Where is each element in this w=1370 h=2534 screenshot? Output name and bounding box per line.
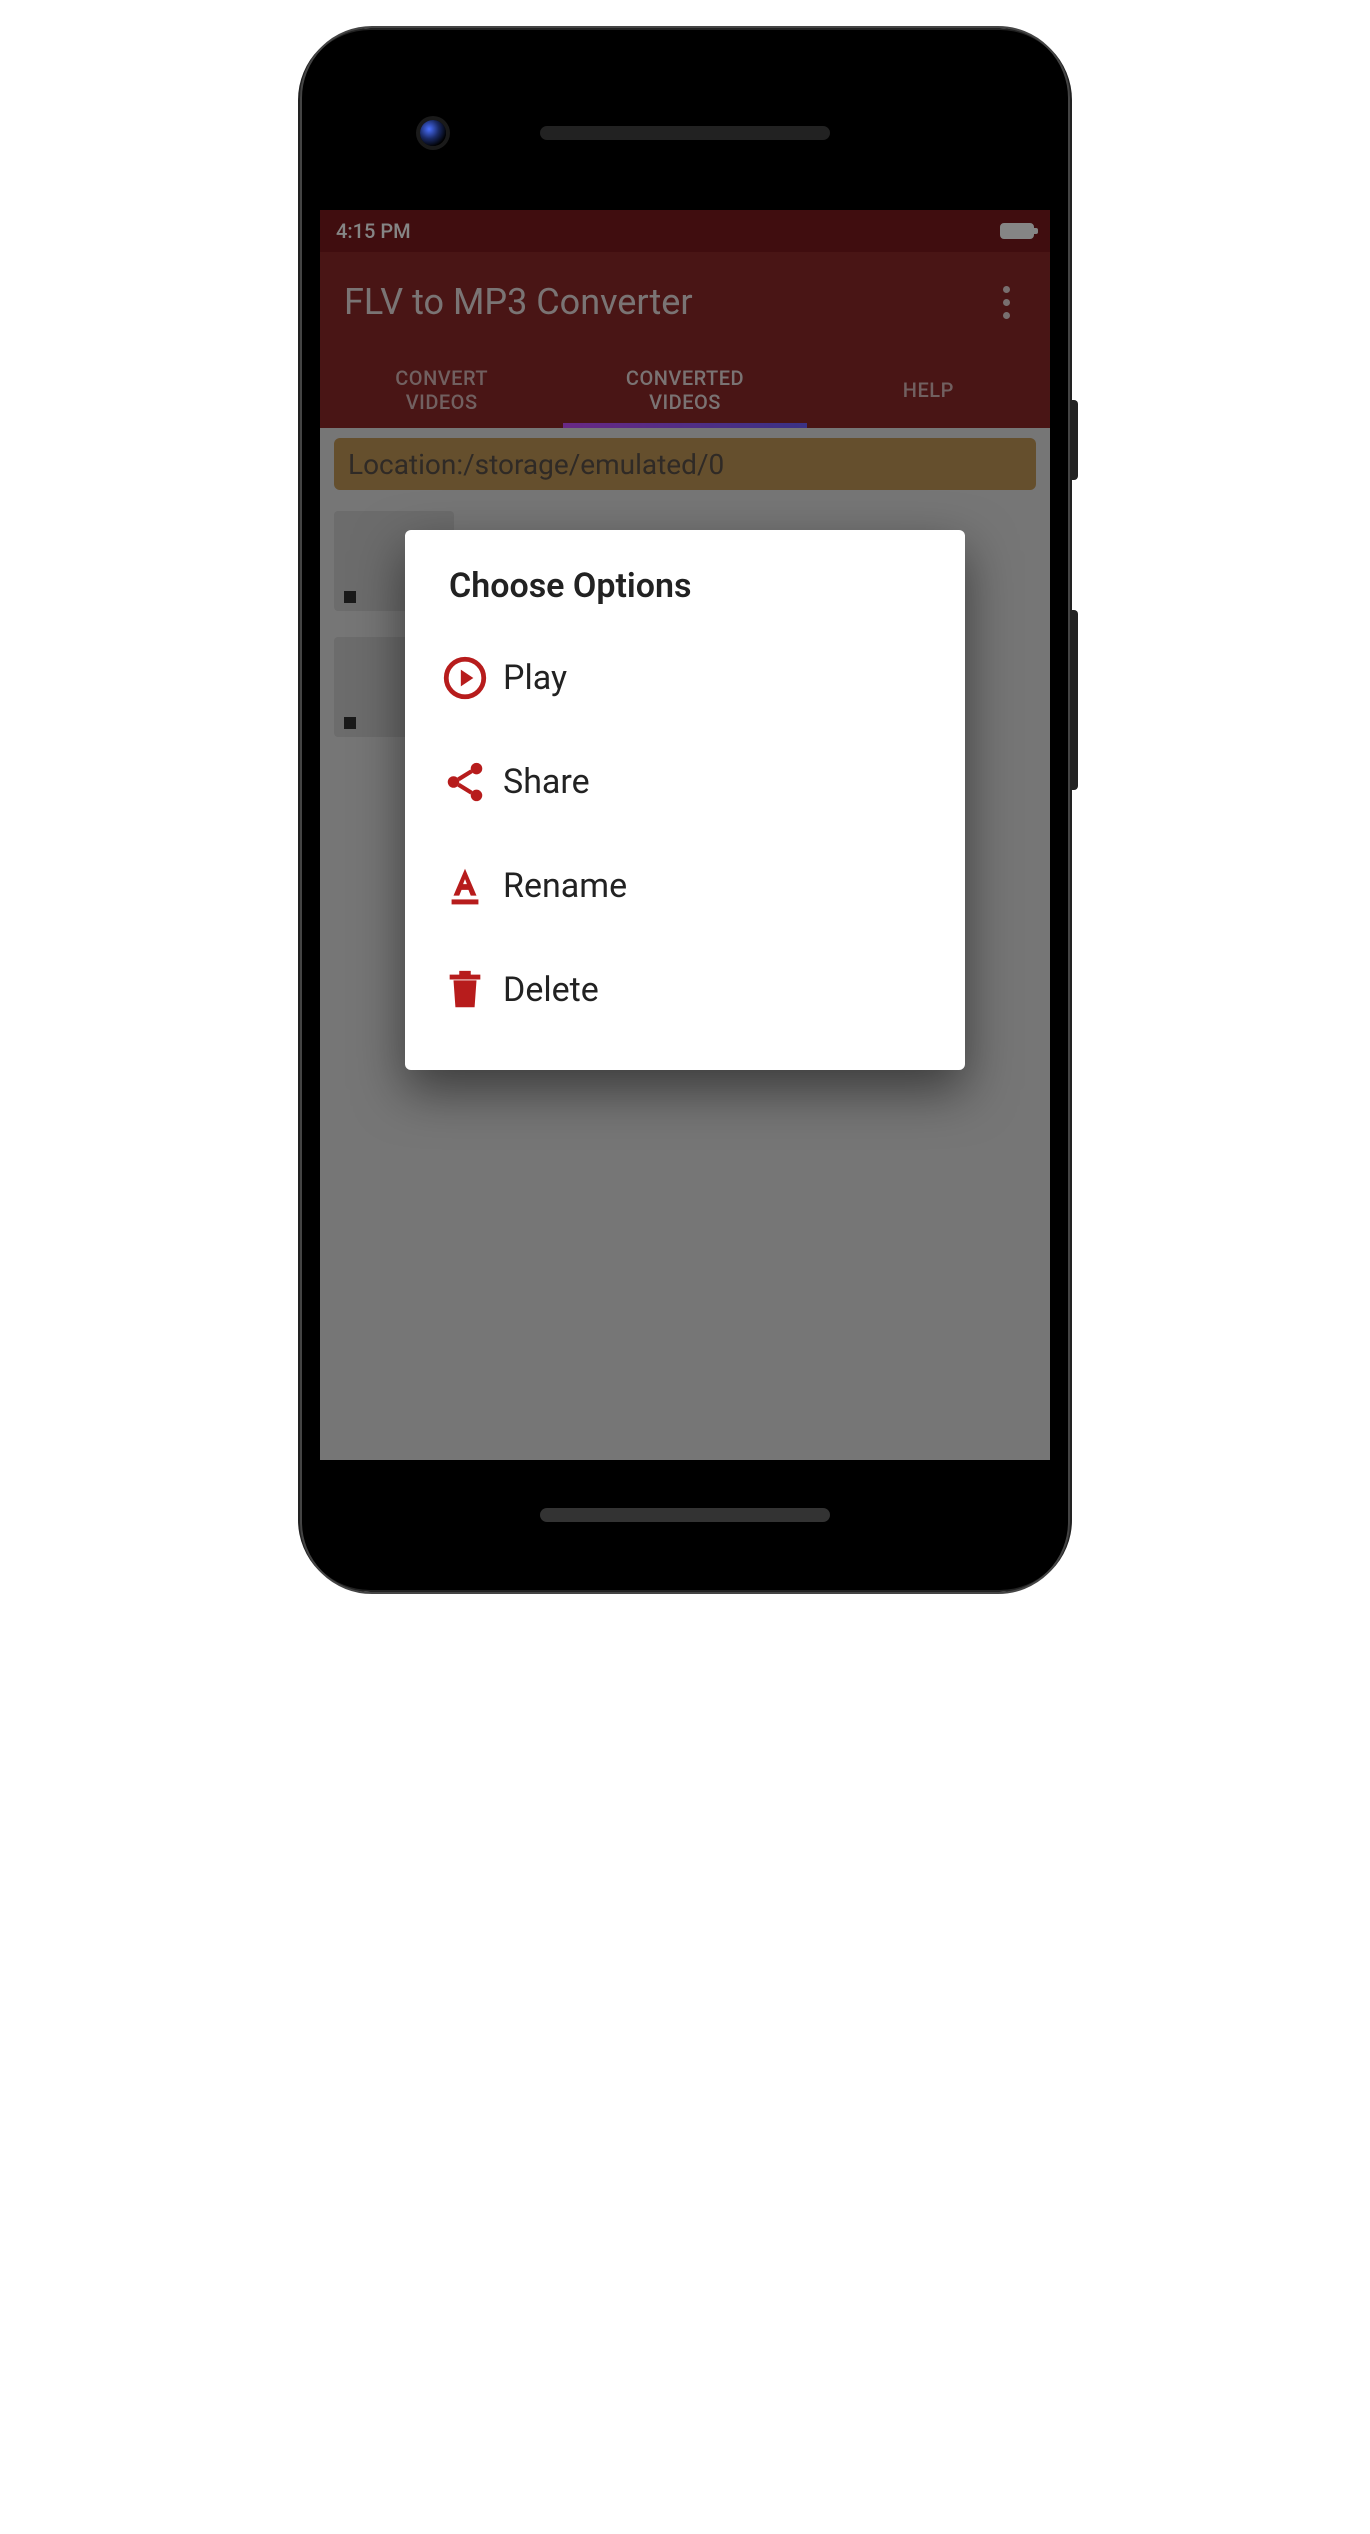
option-delete[interactable]: Delete	[405, 938, 965, 1042]
dialog-title: Choose Options	[405, 566, 965, 626]
option-label: Play	[503, 658, 567, 698]
front-camera	[420, 120, 446, 146]
phone-top-bezel	[320, 50, 1050, 210]
rename-icon	[439, 860, 491, 912]
option-label: Share	[503, 762, 590, 802]
side-button-volume	[1070, 610, 1078, 790]
phone-bottom-bezel	[320, 1460, 1050, 1570]
trash-icon	[439, 964, 491, 1016]
options-dialog: Choose Options Play	[405, 530, 965, 1070]
option-share[interactable]: Share	[405, 730, 965, 834]
phone-inner: 4:15 PM FLV to MP3 Converter CONVERT VID…	[320, 50, 1050, 1570]
share-icon	[439, 756, 491, 808]
earpiece-speaker	[540, 126, 830, 140]
option-label: Delete	[503, 970, 599, 1010]
side-button-power	[1070, 400, 1078, 480]
screen: 4:15 PM FLV to MP3 Converter CONVERT VID…	[320, 210, 1050, 1460]
option-rename[interactable]: Rename	[405, 834, 965, 938]
option-play[interactable]: Play	[405, 626, 965, 730]
bottom-speaker	[540, 1508, 830, 1522]
play-circle-icon	[439, 652, 491, 704]
phone-frame: 4:15 PM FLV to MP3 Converter CONVERT VID…	[300, 30, 1070, 1590]
option-label: Rename	[503, 866, 627, 906]
